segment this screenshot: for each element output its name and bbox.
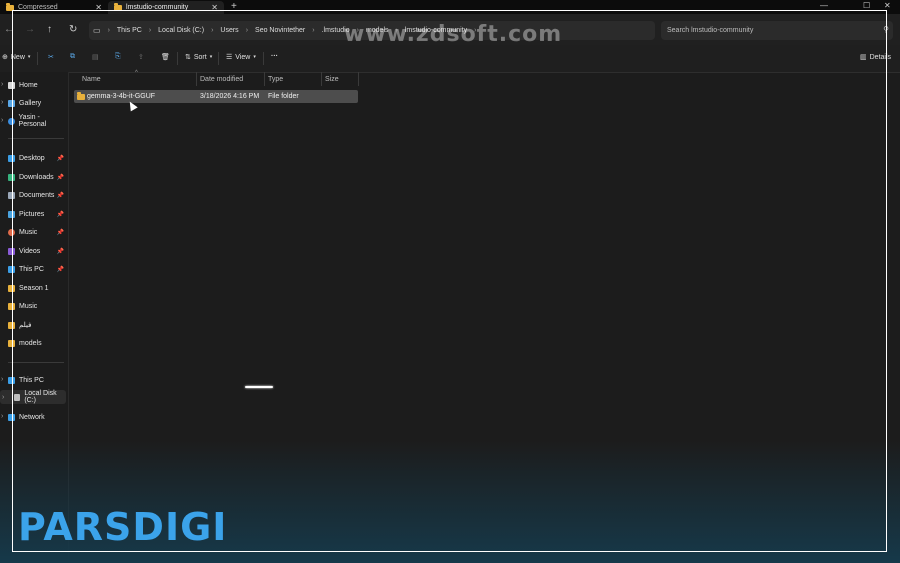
minimize-button[interactable]: —	[820, 1, 828, 10]
chevron-right-icon[interactable]: ›	[1, 413, 3, 420]
chevron-right-icon[interactable]: ›	[2, 394, 4, 401]
video-frame-border	[12, 10, 887, 552]
maximize-button[interactable]: ☐	[863, 1, 870, 10]
chevron-right-icon[interactable]: ›	[1, 376, 3, 383]
chevron-right-icon[interactable]: ›	[1, 99, 3, 106]
chevron-right-icon[interactable]: ›	[1, 81, 3, 88]
plus-circle-icon: ⊕	[2, 54, 8, 61]
close-window-button[interactable]: ✕	[884, 1, 891, 10]
chevron-right-icon[interactable]: ›	[1, 117, 3, 124]
brand-logo: PARSDIGI	[18, 505, 228, 549]
